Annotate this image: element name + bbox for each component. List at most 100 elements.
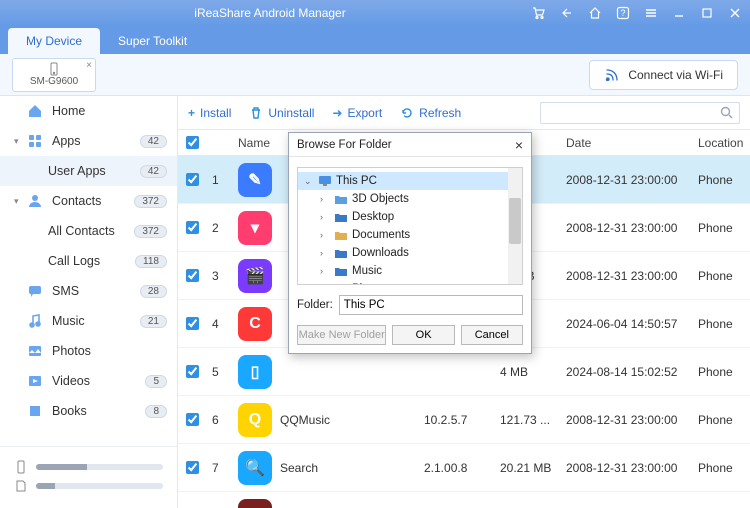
table-row[interactable]: 5▯4 MB2024-08-14 15:02:52Phone xyxy=(178,348,750,396)
sidebar-item-apps[interactable]: ▾Apps42 xyxy=(0,126,177,156)
photos-icon xyxy=(27,343,43,359)
row-index: 8 xyxy=(206,492,232,508)
window-title: iReaShare Android Manager xyxy=(8,6,532,20)
dialog-titlebar: Browse For Folder × xyxy=(289,133,531,157)
row-checkbox[interactable] xyxy=(186,317,199,330)
folder-icon xyxy=(334,265,348,277)
folder-icon xyxy=(334,283,348,285)
sd-storage-bar xyxy=(36,483,163,489)
phone-storage-bar xyxy=(36,464,163,470)
sidebar-item-videos[interactable]: Videos5 xyxy=(0,366,177,396)
sidebar-item-home[interactable]: Home xyxy=(0,96,177,126)
app-date: 2008-12-31 23:00:00 xyxy=(560,204,692,251)
search-input[interactable] xyxy=(540,102,740,124)
sidebar-item-user-apps[interactable]: User Apps42 xyxy=(0,156,177,186)
row-index: 1 xyxy=(206,156,232,203)
app-icon: a xyxy=(238,499,272,508)
row-index: 2 xyxy=(206,204,232,251)
refresh-icon xyxy=(400,106,414,120)
export-button[interactable]: ➜Export xyxy=(332,106,382,120)
col-date[interactable]: Date xyxy=(560,130,692,155)
app-version: 10.2.5.7 xyxy=(418,396,494,443)
select-all-checkbox[interactable] xyxy=(186,136,199,149)
folder-input[interactable] xyxy=(339,295,523,315)
videos-icon xyxy=(27,373,43,389)
device-close-icon[interactable]: × xyxy=(86,60,92,71)
folder-label: Folder: xyxy=(297,299,333,311)
menu-icon[interactable] xyxy=(644,6,658,20)
app-location: Phone xyxy=(692,348,748,395)
row-checkbox[interactable] xyxy=(186,365,199,378)
app-location: Phone xyxy=(692,396,748,443)
app-date: 2008-12-31 23:00:00 xyxy=(560,252,692,299)
uninstall-button[interactable]: Uninstall xyxy=(249,106,314,120)
app-location: Phone xyxy=(692,252,748,299)
table-row[interactable]: 8aDictionary3.002.0097.62 MB2008-12-31 2… xyxy=(178,492,750,508)
tab-super-toolkit[interactable]: Super Toolkit xyxy=(100,28,205,54)
tab-strip: My Device Super Toolkit xyxy=(0,26,750,54)
device-model: SM-G9600 xyxy=(30,76,78,87)
row-checkbox[interactable] xyxy=(186,269,199,282)
cart-icon[interactable] xyxy=(532,6,546,20)
app-icon: C xyxy=(238,307,272,341)
app-icon: Q xyxy=(238,403,272,437)
pc-icon xyxy=(318,175,332,187)
minimize-icon[interactable] xyxy=(672,6,686,20)
tree-node[interactable]: ›Pictures xyxy=(298,280,522,285)
app-date: 2008-12-31 23:00:00 xyxy=(560,444,692,491)
sidebar-item-call-logs[interactable]: Call Logs118 xyxy=(0,246,177,276)
sidebar-item-contacts[interactable]: ▾Contacts372 xyxy=(0,186,177,216)
close-icon[interactable] xyxy=(728,6,742,20)
app-icon: ▾ xyxy=(238,211,272,245)
help-icon[interactable]: ? xyxy=(616,6,630,20)
refresh-button[interactable]: Refresh xyxy=(400,106,461,120)
app-version: 3.002.009 xyxy=(418,492,494,508)
app-version: 2.1.00.8 xyxy=(418,444,494,491)
sidebar-item-sms[interactable]: SMS28 xyxy=(0,276,177,306)
wifi-label: Connect via Wi-Fi xyxy=(628,68,723,82)
app-location: Phone xyxy=(692,492,748,508)
table-row[interactable]: 6QQQMusic10.2.5.7121.73 ...2008-12-31 23… xyxy=(178,396,750,444)
sidebar-item-all-contacts[interactable]: All Contacts372 xyxy=(0,216,177,246)
contacts-icon xyxy=(27,193,43,209)
install-button[interactable]: +Install xyxy=(188,106,231,120)
tree-node[interactable]: ›Documents xyxy=(298,226,522,244)
sms-icon xyxy=(27,283,43,299)
tree-node[interactable]: ›Downloads xyxy=(298,244,522,262)
tree-node[interactable]: ›Desktop xyxy=(298,208,522,226)
tree-node-this-pc[interactable]: ⌄This PC xyxy=(298,172,522,190)
tab-my-device[interactable]: My Device xyxy=(8,28,100,54)
row-checkbox[interactable] xyxy=(186,413,199,426)
app-icon: 🎬 xyxy=(238,259,272,293)
row-index: 3 xyxy=(206,252,232,299)
app-icon: ✎ xyxy=(238,163,272,197)
row-checkbox[interactable] xyxy=(186,221,199,234)
dialog-close-icon[interactable]: × xyxy=(515,137,523,153)
tree-scrollbar[interactable] xyxy=(508,168,522,284)
home-icon[interactable] xyxy=(588,6,602,20)
app-size: 121.73 ... xyxy=(494,396,560,443)
col-location[interactable]: Location xyxy=(692,130,748,155)
browse-folder-dialog: Browse For Folder × ⌄This PC ›3D Objects… xyxy=(288,132,532,354)
sidebar-item-books[interactable]: Books8 xyxy=(0,396,177,426)
home-icon xyxy=(27,103,43,119)
ok-button[interactable]: OK xyxy=(392,325,454,345)
row-checkbox[interactable] xyxy=(186,173,199,186)
tree-node[interactable]: ›3D Objects xyxy=(298,190,522,208)
folder-icon xyxy=(334,247,348,259)
sidebar-item-photos[interactable]: Photos xyxy=(0,336,177,366)
tree-node[interactable]: ›Music xyxy=(298,262,522,280)
device-chip[interactable]: × SM-G9600 xyxy=(12,58,96,92)
row-checkbox[interactable] xyxy=(186,461,199,474)
sidebar-item-music[interactable]: Music21 xyxy=(0,306,177,336)
app-location: Phone xyxy=(692,204,748,251)
folder-tree[interactable]: ⌄This PC ›3D Objects›Desktop›Documents›D… xyxy=(297,167,523,285)
maximize-icon[interactable] xyxy=(700,6,714,20)
trash-icon xyxy=(249,106,263,120)
app-location: Phone xyxy=(692,156,748,203)
connect-wifi-button[interactable]: Connect via Wi-Fi xyxy=(589,60,738,90)
app-name: QQMusic xyxy=(280,413,330,427)
table-row[interactable]: 7🔍Search2.1.00.820.21 MB2008-12-31 23:00… xyxy=(178,444,750,492)
cancel-button[interactable]: Cancel xyxy=(461,325,523,345)
back-icon[interactable] xyxy=(560,6,574,20)
